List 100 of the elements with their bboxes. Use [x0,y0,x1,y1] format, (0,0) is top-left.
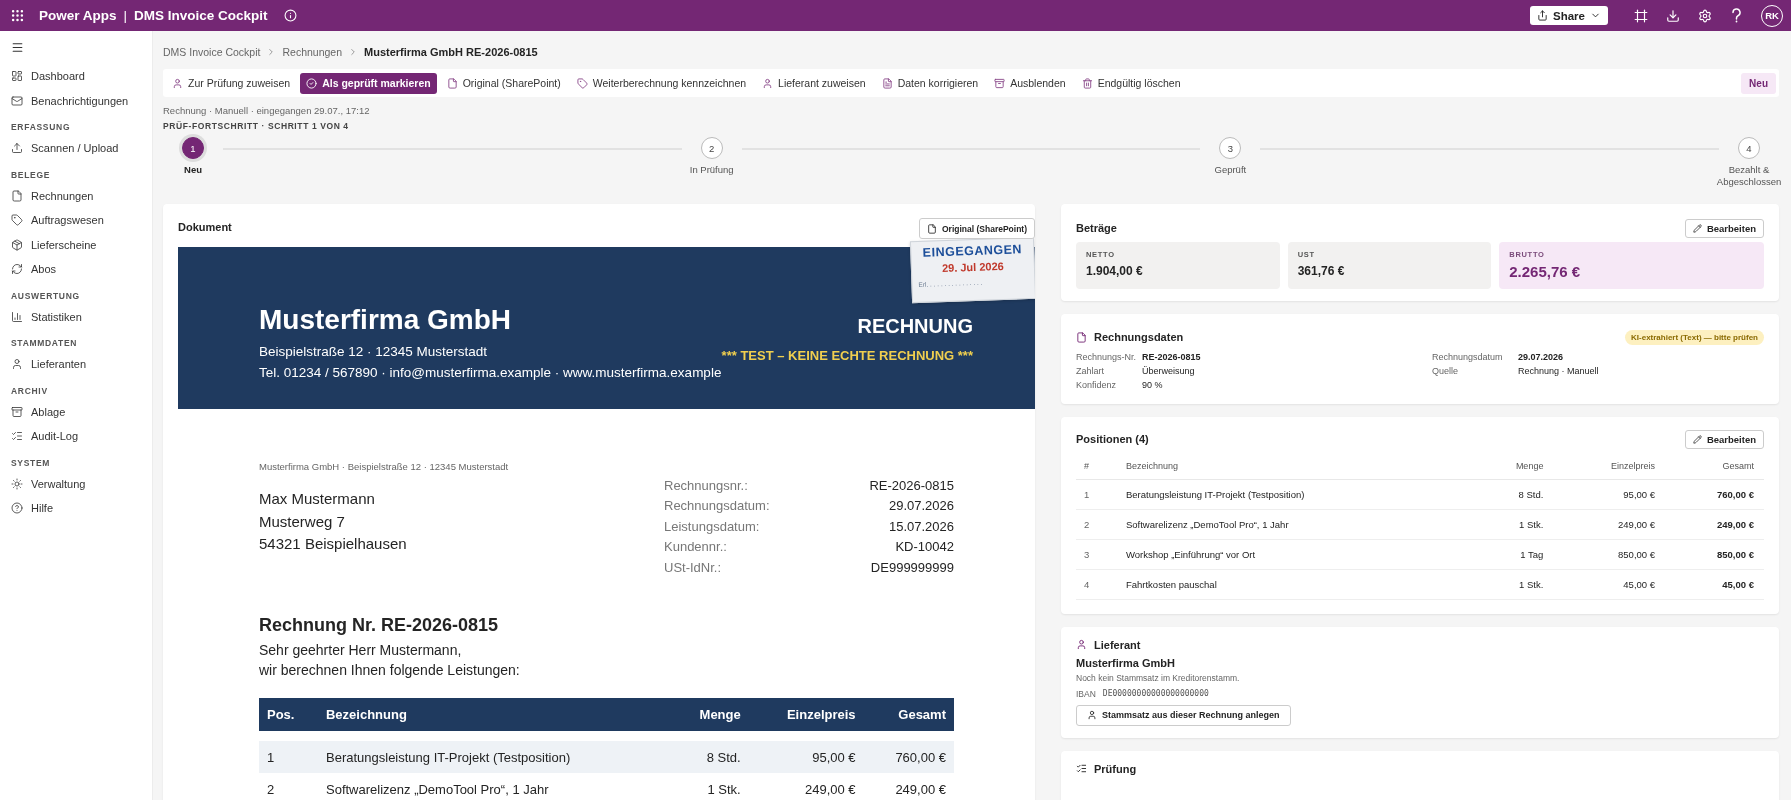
person-icon [1087,710,1097,720]
supplier-name: Musterfirma GmbH [1076,656,1177,669]
document-icon [1076,331,1087,343]
table-cell: 8 Std. [1471,479,1554,509]
sidebar-section-heading: ARCHIV [10,384,49,398]
column-header: Einzelpreis [1553,453,1666,479]
info-label: Rechnungsnr.: [664,477,749,495]
sidebar-item[interactable]: Audit-Log [8,424,144,449]
info-value: KD-10042 [894,538,954,557]
table-cell: Workshop „Einführung“ vor Ort [1117,539,1472,569]
step-label: Geprüft [1214,164,1247,176]
sidebar-section-heading: ERFASSUNG [10,121,72,134]
card-title: Positionen (4) [1076,433,1149,445]
edit-button[interactable]: Bearbeiten [1684,429,1764,449]
sidebar-item[interactable]: Rechnungen [8,183,144,208]
settings-icon[interactable] [1698,8,1712,23]
person-icon [172,77,183,89]
edit-button[interactable]: Bearbeiten [1684,218,1764,238]
recipient-line: Musterweg 7 [259,511,346,532]
info-value: RE-2026-0815 [868,477,954,495]
app-launcher-icon[interactable] [10,8,25,23]
field-label: Rechnungs-Nr. [1076,352,1138,362]
table-cell: Beratungsleistung IT-Projekt (Testposition) [318,741,672,774]
company-name: Musterfirma GmbH [259,305,513,336]
table-cell: 249,00 € [1665,509,1764,539]
info-label: Leistungsdatum: [664,517,761,536]
sidebar-item[interactable]: Lieferscheine [8,232,144,257]
bar-chart-icon [11,310,23,323]
sidebar-item[interactable]: Benachrichtigungen [8,88,144,113]
sidebar-item[interactable]: Abos [8,257,144,282]
toolbar-button[interactable]: Daten korrigieren [875,72,985,94]
tag-icon [11,214,23,227]
sidebar-item[interactable]: Verwaltung [8,471,144,496]
toolbar-button[interactable]: Original (SharePoint) [440,72,567,94]
table-cell: 3 [1076,539,1118,569]
stamp-date: 29. Jul 2026 [940,259,1005,275]
sidebar-item[interactable]: Auftragswesen [8,208,144,233]
table-cell: 95,00 € [748,741,864,774]
original-button[interactable]: Original (SharePoint) [919,218,1035,239]
supplier-note: Noch kein Stammsatz im Kreditorenstamm. [1076,672,1241,683]
card-title: Dokument [178,221,232,233]
breadcrumb-link[interactable]: DMS Invoice Cockpit [163,45,261,58]
table-cell: 850,00 € [1553,539,1666,569]
toolbar-button[interactable]: Endgültig löschen [1075,72,1187,94]
field-label: Zahlart [1076,366,1105,376]
iban-label: IBAN [1076,688,1096,699]
toolbar-button[interactable]: Als geprüft markieren [300,72,437,94]
sidebar-item[interactable]: Ablage [8,399,144,424]
pencil-icon [1692,434,1702,444]
toolbar-button[interactable]: Lieferant zuweisen [756,72,872,94]
table-cell: 4 [1076,569,1118,599]
create-master-record-button[interactable]: Stammsatz aus dieser Rechnung anlegen [1076,704,1291,726]
sidebar-item[interactable]: Lieferanten [8,352,144,377]
toolbar-button[interactable]: Weiterberechnung kennzeichnen [570,72,753,94]
table-cell: 45,00 € [1553,569,1666,599]
sidebar-section-heading: AUSWERTUNG [10,289,81,303]
sidebar-item[interactable]: Statistiken [8,304,144,329]
sidebar-section-heading: SYSTEM [10,456,52,470]
info-value: 15.07.2026 [887,517,954,536]
info-icon[interactable] [283,9,297,22]
document-icon [11,189,23,202]
sidebar-item[interactable]: Dashboard [8,64,144,89]
table-cell: Fahrtkosten pauschal [1117,569,1472,599]
help-icon[interactable] [1730,8,1743,23]
archive-icon [994,77,1006,89]
field-value: 90 % [1142,380,1164,390]
column-header: Menge [1471,453,1554,479]
ai-extracted-badge: KI-extrahiert (Text) — bitte prüfen [1625,329,1764,345]
amount-value: 1.904,00 € [1086,264,1144,278]
sidebar-section-heading: STAMMDATEN [10,337,79,350]
sidebar-item[interactable]: Hilfe [8,496,144,521]
column-header: Pos. [259,698,318,732]
toolbar-button[interactable]: Zur Prüfung zuweisen [166,72,297,94]
breadcrumb-link[interactable]: Rechnungen [282,45,342,58]
document-type: RECHNUNG [856,315,973,338]
column-header: Bezeichnung [318,698,672,732]
title-separator: | [123,8,128,23]
table-cell: 1 Stk. [1471,509,1554,539]
menu-icon[interactable] [11,41,24,54]
share-button[interactable]: Share [1530,6,1608,25]
table-cell: Softwarelizenz „DemoTool Pro“, 1 Jahr [1117,509,1472,539]
mail-icon [11,94,23,107]
toolbar-button[interactable]: Ausblenden [988,72,1072,94]
frame-icon[interactable] [1634,8,1648,23]
sidebar-item[interactable]: Scannen / Upload [8,136,144,161]
iban-value: DE00000000000000000000 [1102,688,1209,699]
step-circle: 3 [1219,137,1242,159]
sun-icon [11,477,23,490]
step-label: Bezahlt & Abgeschlossen [1716,164,1782,188]
info-label: USt-IdNr.: [664,558,723,577]
step-circle: 1 [182,137,204,159]
app-name: Power Apps [39,8,117,23]
table-cell: 2 [1076,509,1118,539]
document-icon [446,77,458,89]
checklist-icon [1076,763,1087,774]
box-icon [11,238,23,251]
amount-value: 2.265,76 € [1509,263,1582,280]
card-title: Beträge [1076,222,1117,234]
download-icon[interactable] [1666,8,1680,23]
field-label: Rechnungsdatum [1432,352,1504,362]
